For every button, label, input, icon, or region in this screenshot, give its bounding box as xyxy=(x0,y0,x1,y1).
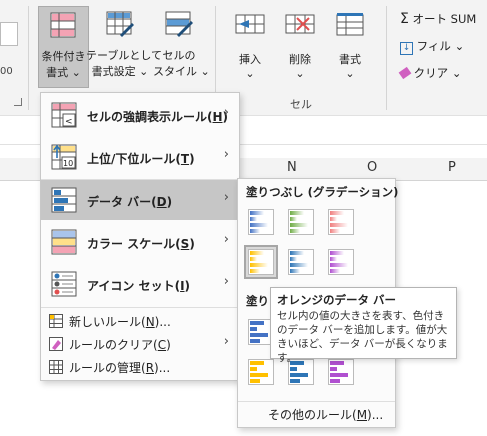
submenu-arrow-icon: › xyxy=(223,274,229,289)
more-rules-item[interactable]: その他のルール(M)... xyxy=(238,403,395,425)
highlight-cells-rules-icon: < xyxy=(51,102,77,128)
color-scales-icon xyxy=(51,229,77,255)
submenu-arrow-icon: › xyxy=(223,232,229,247)
format-cells-icon xyxy=(336,13,364,36)
menu-item-icon-sets[interactable]: アイコン セット(I) › xyxy=(41,264,239,304)
format-table-label-1: テーブルとして xyxy=(86,49,163,62)
manage-rules-label: ルールの管理(R)... xyxy=(69,361,171,375)
gradient-fill-heading: 塗りつぶし (グラデーション) xyxy=(246,185,399,199)
autosum-label: オート SUM xyxy=(412,12,477,26)
top-bottom-rules-label: 上位/下位ルール(T) xyxy=(87,152,195,166)
solid-fill-heading: 塗り xyxy=(246,294,269,308)
data-bars-icon xyxy=(51,187,77,213)
submenu-arrow-icon: › xyxy=(223,190,229,205)
delete-button[interactable]: 削除 ⌄ xyxy=(280,6,320,86)
delete-cells-icon xyxy=(285,14,315,34)
clear-rules-label: ルールのクリア(C) xyxy=(69,338,171,352)
menu-item-top-bottom-rules[interactable]: 10 上位/下位ルール(T) › xyxy=(41,137,239,177)
column-header-n[interactable]: N xyxy=(287,160,297,175)
cell-styles-button[interactable]: セルの スタイル ⌄ xyxy=(153,6,210,86)
gradient-databar-tile[interactable] xyxy=(286,247,316,277)
cf-label-2: 書式 ⌄ xyxy=(46,66,81,79)
cell-styles-label-2: スタイル ⌄ xyxy=(153,65,210,78)
gradient-databar-tile[interactable] xyxy=(326,207,356,237)
conditional-formatting-icon xyxy=(50,12,76,38)
submenu-arrow-icon: › xyxy=(223,147,229,162)
format-table-label-2: 書式設定 ⌄ xyxy=(91,65,149,78)
chevron-down-icon: ⌄ xyxy=(139,65,149,78)
sigma-icon: Σ xyxy=(400,11,409,27)
cf-label-1: 条件付き xyxy=(41,50,86,63)
gradient-databar-tile[interactable] xyxy=(286,207,316,237)
new-rule-label: 新しいルール(N)... xyxy=(69,315,171,329)
fill-down-icon: ↓ xyxy=(400,42,413,55)
tooltip: オレンジのデータ バー セル内の値の大きさを表す、色付きのデータ バーを追加しま… xyxy=(270,287,457,364)
data-bars-label: データ バー(D) xyxy=(87,195,173,209)
format-label: 書式 xyxy=(339,53,361,66)
new-rule-icon xyxy=(49,314,63,328)
insert-button[interactable]: 挿入 ⌄ xyxy=(230,6,270,86)
delete-label: 削除 xyxy=(289,53,311,66)
partial-dropdown[interactable] xyxy=(0,22,18,46)
eraser-icon xyxy=(398,66,412,80)
chevron-down-icon: ⌄ xyxy=(451,66,462,80)
format-button[interactable]: 書式 ⌄ xyxy=(330,6,370,86)
format-as-table-icon xyxy=(106,11,134,37)
column-header-o[interactable]: O xyxy=(367,160,377,175)
submenu-arrow-icon: › xyxy=(223,334,229,349)
column-header-p[interactable]: P xyxy=(448,160,456,175)
manage-rules-icon xyxy=(49,360,63,374)
chevron-down-icon: ⌄ xyxy=(345,67,355,80)
tooltip-title: オレンジのデータ バー xyxy=(277,293,397,307)
icon-sets-label: アイコン セット(I) xyxy=(87,279,191,293)
svg-text:<: < xyxy=(65,117,73,127)
clear-button[interactable]: クリア ⌄ xyxy=(398,65,462,81)
cell-styles-label-1: セルの xyxy=(162,49,196,62)
fill-button[interactable]: ↓ フィル ⌄ xyxy=(400,38,464,55)
gradient-databar-tile[interactable] xyxy=(244,245,278,279)
menu-item-color-scales[interactable]: カラー スケール(S) › xyxy=(41,222,239,262)
menu-item-clear-rules[interactable]: ルールのクリア(C) › xyxy=(41,333,239,355)
cells-group-label: セル xyxy=(290,98,312,111)
gradient-databar-tile[interactable] xyxy=(246,207,276,237)
menu-item-manage-rules[interactable]: ルールの管理(R)... xyxy=(41,356,239,378)
menu-item-new-rule[interactable]: 新しいルール(N)... xyxy=(41,310,239,332)
conditional-formatting-menu: < セルの強調表示ルール(H) › 10 上位/下位ルール(T) › データ バ… xyxy=(40,92,240,381)
tooltip-body: セル内の値の大きさを表す、色付きのデータ バーを追加します。値が大きいほど、デー… xyxy=(277,310,448,364)
gradient-databar-tile[interactable] xyxy=(326,247,356,277)
top-bottom-rules-icon: 10 xyxy=(51,144,77,170)
dialog-launcher-icon[interactable] xyxy=(14,98,22,106)
chevron-down-icon: ⌄ xyxy=(200,65,210,78)
chevron-down-icon: ⌄ xyxy=(454,39,465,53)
menu-item-data-bars[interactable]: データ バー(D) › xyxy=(41,180,239,220)
svg-text:10: 10 xyxy=(63,159,73,168)
chevron-down-icon: ⌄ xyxy=(295,67,305,80)
insert-cells-icon xyxy=(235,14,265,34)
clear-label: クリア xyxy=(413,66,449,80)
autosum-button[interactable]: Σ オート SUM xyxy=(400,11,476,27)
conditional-formatting-button[interactable]: 条件付き 書式 ⌄ xyxy=(38,6,89,88)
color-scales-label: カラー スケール(S) xyxy=(87,237,195,251)
highlight-cells-rules-label: セルの強調表示ルール(H) xyxy=(87,110,229,124)
solid-databar-tile[interactable] xyxy=(246,357,276,387)
partial-number-format: 00 xyxy=(0,66,13,77)
chevron-down-icon: ⌄ xyxy=(71,66,81,79)
format-as-table-button[interactable]: テーブルとして 書式設定 ⌄ xyxy=(86,6,163,86)
submenu-arrow-icon: › xyxy=(223,105,229,120)
clear-rules-icon xyxy=(49,337,63,351)
menu-item-highlight-cells-rules[interactable]: < セルの強調表示ルール(H) › xyxy=(41,95,239,135)
cell-styles-icon xyxy=(165,11,193,37)
chevron-down-icon: ⌄ xyxy=(245,67,255,80)
fill-label: フィル xyxy=(416,39,451,53)
more-rules-label: その他のルール(M)... xyxy=(268,408,384,422)
insert-label: 挿入 xyxy=(239,53,261,66)
icon-sets-icon xyxy=(51,271,77,297)
